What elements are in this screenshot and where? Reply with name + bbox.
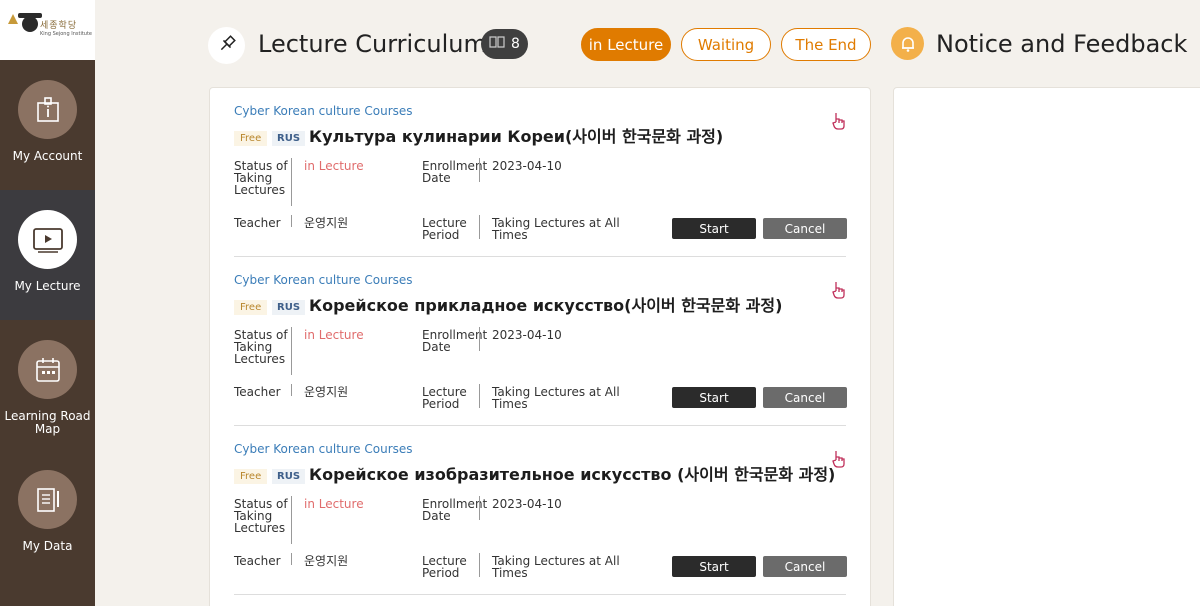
course-card: Cyber Korean culture Courses Free RUS Ку… <box>234 88 847 257</box>
period-label: Lecture Period <box>422 385 467 411</box>
logo-korean-text: 세종학당 <box>40 21 78 31</box>
separator <box>479 384 480 408</box>
sidebar-item-my-data[interactable]: My Data <box>0 450 95 580</box>
free-badge: Free <box>234 131 268 146</box>
sidebar-item-learning-road-map[interactable]: Learning Road Map <box>0 320 95 450</box>
course-list-panel: Cyber Korean culture Courses Free RUS Ку… <box>209 87 871 606</box>
teacher-value: 운영지원 <box>304 216 349 230</box>
sidebar: 세종학당 King Sejong Institute My Account My… <box>0 0 95 606</box>
sidebar-item-label: My Account <box>12 149 83 163</box>
free-badge: Free <box>234 469 268 484</box>
language-badge: RUS <box>272 131 306 146</box>
pin-button[interactable] <box>208 27 245 64</box>
cancel-button[interactable]: Cancel <box>763 387 847 408</box>
enrollment-date: 2023-04-10 <box>492 328 562 342</box>
notice-panel <box>893 87 1200 606</box>
filter-the-end-button[interactable]: The End <box>781 28 871 61</box>
sidebar-item-label: My Data <box>22 539 73 553</box>
start-button[interactable]: Start <box>672 556 756 577</box>
sidebar-item-label: Learning Road Map <box>4 409 91 436</box>
separator <box>479 553 480 577</box>
language-badge: RUS <box>272 469 306 484</box>
course-category[interactable]: Cyber Korean culture Courses <box>234 442 413 456</box>
enrollment-label: Enrollment Date <box>422 328 488 354</box>
filter-in-lecture-button[interactable]: in Lecture <box>581 28 671 61</box>
language-badge: RUS <box>272 300 306 315</box>
enrollment-label: Enrollment Date <box>422 159 488 185</box>
course-card: Cyber Korean culture Courses Free RUS Ко… <box>234 426 847 595</box>
enrollment-date: 2023-04-10 <box>492 497 562 511</box>
lecture-count-badge: 8 <box>481 29 528 59</box>
course-card: Cyber Korean culture Courses Free RUS Ко… <box>234 257 847 426</box>
enrollment-label: Enrollment Date <box>422 497 488 523</box>
hand-pointer-icon[interactable] <box>832 281 846 303</box>
teacher-value: 운영지원 <box>304 554 349 568</box>
teacher-label: Teacher <box>234 385 281 399</box>
bell-icon <box>891 27 924 60</box>
hand-pointer-icon[interactable] <box>832 450 846 472</box>
logo-hat-icon <box>18 13 42 32</box>
status-label: Status of Taking Lectures <box>234 328 288 366</box>
page-title: Lecture Curriculum <box>258 30 487 58</box>
document-edit-icon <box>18 470 77 529</box>
teacher-label: Teacher <box>234 554 281 568</box>
status-value: in Lecture <box>304 497 364 511</box>
pin-icon <box>217 34 237 58</box>
hand-pointer-icon[interactable] <box>832 112 846 134</box>
start-button[interactable]: Start <box>672 387 756 408</box>
book-icon <box>489 36 505 52</box>
calendar-icon <box>18 340 77 399</box>
separator <box>479 496 480 520</box>
separator <box>291 384 292 396</box>
notice-title: Notice and Feedback <box>936 30 1188 58</box>
separator <box>479 158 480 182</box>
separator <box>291 215 292 227</box>
period-label: Lecture Period <box>422 554 467 580</box>
logo-english-text: King Sejong Institute <box>40 31 92 37</box>
teacher-label: Teacher <box>234 216 281 230</box>
logo[interactable]: 세종학당 King Sejong Institute <box>0 0 95 60</box>
period-value: Taking Lectures at All Times <box>492 216 620 242</box>
free-badge: Free <box>234 300 268 315</box>
separator <box>291 496 292 544</box>
sidebar-item-my-lecture[interactable]: My Lecture <box>0 190 95 320</box>
teacher-value: 운영지원 <box>304 385 349 399</box>
course-title[interactable]: Корейское прикладное искусство(사이버 한국문화 … <box>309 295 782 317</box>
enrollment-date: 2023-04-10 <box>492 159 562 173</box>
info-card-icon <box>18 80 77 139</box>
cancel-button[interactable]: Cancel <box>763 556 847 577</box>
course-category[interactable]: Cyber Korean culture Courses <box>234 104 413 118</box>
separator <box>479 215 480 239</box>
status-label: Status of Taking Lectures <box>234 497 288 535</box>
status-value: in Lecture <box>304 328 364 342</box>
sidebar-item-label: My Lecture <box>14 279 81 293</box>
video-play-icon <box>18 210 77 269</box>
course-category[interactable]: Cyber Korean culture Courses <box>234 273 413 287</box>
status-label: Status of Taking Lectures <box>234 159 288 197</box>
cancel-button[interactable]: Cancel <box>763 218 847 239</box>
period-label: Lecture Period <box>422 216 467 242</box>
lecture-count: 8 <box>511 36 520 52</box>
course-title[interactable]: Культура кулинарии Кореи(사이버 한국문화 과정) <box>309 126 723 148</box>
course-title[interactable]: Корейское изобразительное искусство (사이버… <box>309 464 835 486</box>
filter-waiting-button[interactable]: Waiting <box>681 28 771 61</box>
status-value: in Lecture <box>304 159 364 173</box>
period-value: Taking Lectures at All Times <box>492 385 620 411</box>
logo-mark-icon <box>8 14 18 24</box>
sidebar-item-my-account[interactable]: My Account <box>0 60 95 190</box>
separator <box>479 327 480 351</box>
separator <box>291 158 292 206</box>
separator <box>291 553 292 565</box>
period-value: Taking Lectures at All Times <box>492 554 620 580</box>
start-button[interactable]: Start <box>672 218 756 239</box>
separator <box>291 327 292 375</box>
